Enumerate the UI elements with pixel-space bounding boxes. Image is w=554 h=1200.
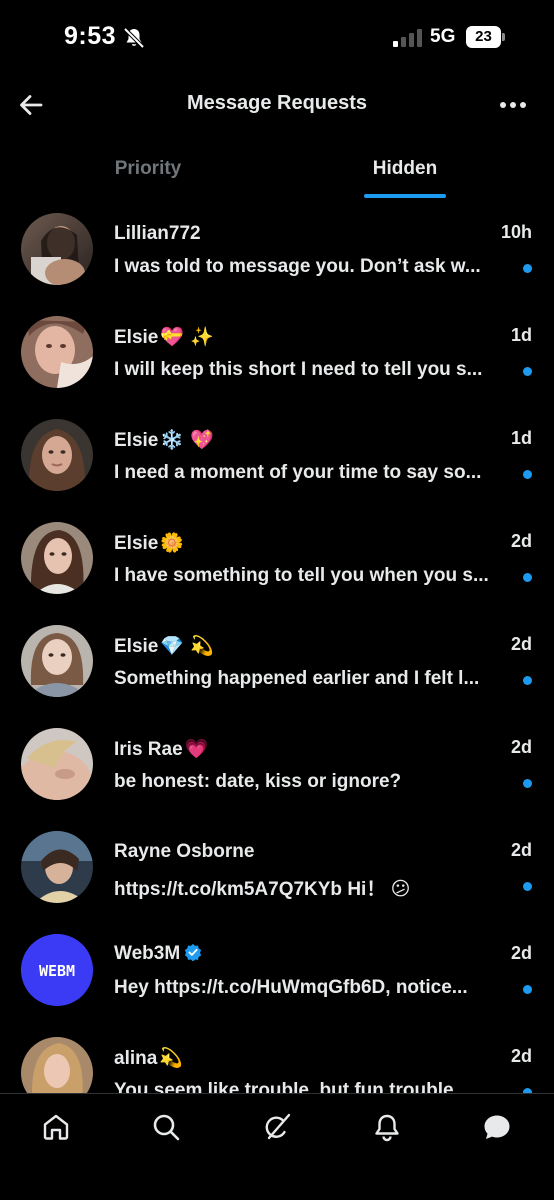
- battery-icon: 23: [466, 26, 506, 48]
- message-preview: Hey https://t.co/HuWmqGfb6D, notice...: [114, 977, 468, 998]
- list-item[interactable]: WEBM Web3M 2d Hey https://t.co/HuWmqGfb6…: [0, 921, 554, 1024]
- message-preview: You seem like trouble, but fun trouble..…: [114, 1080, 470, 1093]
- messages-icon[interactable]: [482, 1112, 512, 1142]
- avatar[interactable]: [21, 419, 93, 491]
- unread-indicator: [523, 676, 532, 685]
- sender-name: Iris Rae 💗: [114, 738, 209, 760]
- sender-name: alina 💫: [114, 1047, 183, 1069]
- message-preview: I need a moment of your time to say so..…: [114, 462, 482, 483]
- battery-level: 23: [466, 26, 501, 48]
- web3m-logo-icon: WEBM: [21, 934, 93, 1006]
- avatar[interactable]: [21, 831, 93, 903]
- message-time: 1d: [510, 325, 532, 345]
- message-preview: I will keep this short I need to tell yo…: [114, 359, 483, 380]
- svg-text:WEBM: WEBM: [39, 962, 75, 980]
- bell-muted-icon: [123, 27, 145, 49]
- tab-hidden-label: Hidden: [372, 158, 438, 179]
- tab-priority[interactable]: Priority: [88, 140, 208, 200]
- message-time: 2d: [510, 634, 532, 654]
- list-item[interactable]: Elsie 🌼 2d I have something to tell you w…: [0, 509, 554, 612]
- message-time: 2d: [510, 1046, 532, 1066]
- avatar[interactable]: [21, 316, 93, 388]
- avatar[interactable]: [21, 1037, 93, 1093]
- message-time: 2d: [510, 840, 532, 860]
- sender-name: Lillian772: [114, 223, 201, 244]
- top-app-bar: Message Requests: [0, 76, 554, 136]
- unread-indicator: [523, 779, 532, 788]
- avatar[interactable]: [21, 625, 93, 697]
- avatar[interactable]: [21, 213, 93, 285]
- sender-name: Elsie 🌼: [114, 532, 185, 554]
- list-item[interactable]: Rayne Osborne 2d https://t.co/km5A7Q7KYb…: [0, 818, 554, 921]
- list-item[interactable]: Elsie 💎 💫 2d Something happened earlier a…: [0, 612, 554, 715]
- bottom-navigation-bar: [0, 1093, 554, 1200]
- verified-badge-icon: [185, 943, 202, 961]
- battery-cap: [502, 33, 505, 41]
- page-title: Message Requests: [186, 92, 368, 114]
- home-icon[interactable]: [41, 1112, 71, 1142]
- message-preview: I have something to tell you when you s.…: [114, 565, 489, 586]
- tab-priority-label: Priority: [114, 158, 182, 179]
- avatar[interactable]: [21, 728, 93, 800]
- tab-bar: Priority Hidden: [0, 140, 554, 200]
- message-preview: I was told to message you. Don’t ask w..…: [114, 256, 481, 277]
- status-bar: 9:53 5G 23: [0, 0, 554, 76]
- unread-indicator: [523, 264, 532, 273]
- list-item[interactable]: alina 💫 2d You seem like trouble, but fun…: [0, 1024, 554, 1093]
- cellular-signal-icon: [393, 29, 422, 47]
- unread-indicator: [523, 573, 532, 582]
- message-request-list[interactable]: Lillian772 10h I was told to message you…: [0, 200, 554, 1093]
- message-preview: https://t.co/km5A7Q7KYb Hi！ 😕: [114, 879, 411, 900]
- list-item[interactable]: Elsie 💝 ✨ 1d I will keep this short I nee…: [0, 303, 554, 406]
- message-preview: Something happened earlier and I felt l.…: [114, 668, 480, 689]
- list-item[interactable]: Iris Rae 💗 2d be honest: date, kiss or ig…: [0, 715, 554, 818]
- status-time: 9:53: [64, 22, 117, 50]
- tab-hidden[interactable]: Hidden: [350, 140, 460, 200]
- unread-indicator: [523, 882, 532, 891]
- message-time: 2d: [510, 737, 532, 757]
- sender-name: Elsie ❄️ 💖: [114, 429, 214, 451]
- message-time: 10h: [500, 222, 532, 242]
- notifications-bell-icon[interactable]: [372, 1112, 402, 1142]
- message-time: 1d: [510, 428, 532, 448]
- list-item[interactable]: Lillian772 10h I was told to message you…: [0, 200, 554, 303]
- message-time: 2d: [510, 943, 532, 963]
- list-item[interactable]: Elsie ❄️ 💖 1d I need a moment of your tim…: [0, 406, 554, 509]
- avatar[interactable]: [21, 522, 93, 594]
- search-icon[interactable]: [151, 1112, 181, 1142]
- avatar[interactable]: WEBM: [21, 934, 93, 1006]
- grok-icon[interactable]: [262, 1112, 292, 1142]
- unread-indicator: [523, 470, 532, 479]
- unread-indicator: [523, 367, 532, 376]
- sender-name: Web3M: [114, 943, 202, 965]
- message-preview: be honest: date, kiss or ignore?: [114, 771, 402, 792]
- sender-name: Elsie 💝 ✨: [114, 326, 214, 348]
- active-tab-indicator: [364, 194, 446, 198]
- more-horizontal-icon[interactable]: [496, 90, 530, 120]
- message-time: 2d: [510, 531, 532, 551]
- sender-name: Elsie 💎 💫: [114, 635, 214, 657]
- sender-name: Rayne Osborne: [114, 841, 255, 862]
- unread-indicator: [523, 985, 532, 994]
- network-type: 5G: [430, 26, 456, 47]
